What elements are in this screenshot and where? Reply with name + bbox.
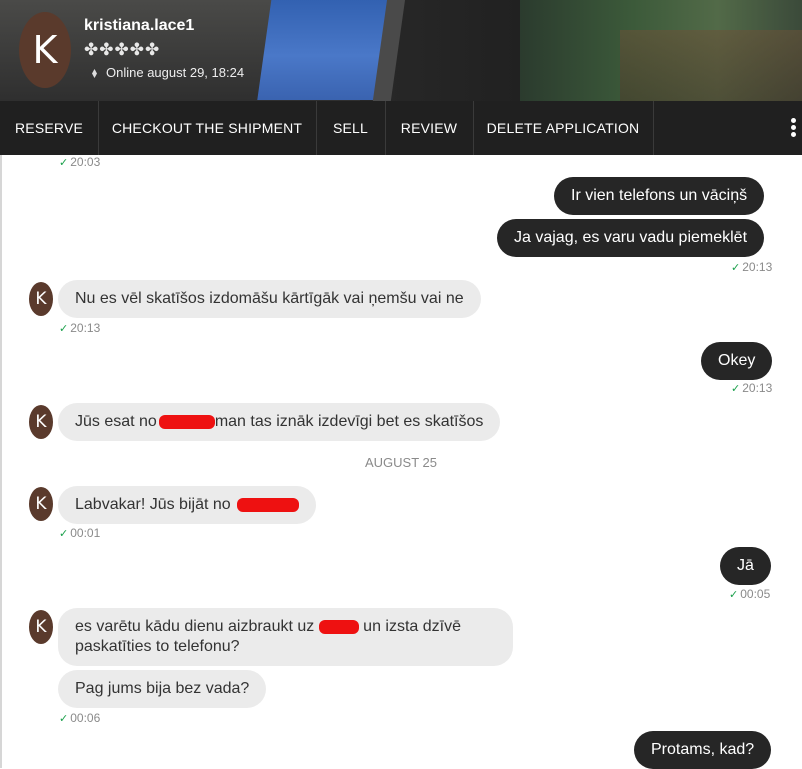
sender-avatar[interactable]: K — [29, 487, 53, 521]
message-time: ✓ 00:01 — [59, 526, 101, 540]
outgoing-message[interactable]: Ja vajag, es varu vadu piemeklēt — [497, 219, 765, 257]
username[interactable]: kristiana.lace1 — [84, 17, 194, 35]
status-diamond-icon — [92, 69, 97, 78]
message-time: ✓ 20:13 — [731, 381, 773, 395]
incoming-message[interactable]: Pag jums bija bez vada? — [58, 670, 267, 708]
action-toolbar: RESERVE CHECKOUT THE SHIPMENT SELL REVIE… — [0, 101, 802, 155]
message-text: es varētu kādu dienu aizbraukt uz — [75, 618, 315, 635]
read-check-icon: ✓ — [731, 262, 741, 274]
message-text: man tas iznāk izdevīgi bet es skatīšos — [214, 413, 484, 430]
read-check-icon: ✓ — [59, 157, 69, 169]
online-status: Online august 29, 18:24 — [92, 65, 244, 80]
sender-avatar[interactable]: K — [29, 610, 53, 644]
message-time: ✓ 00:06 — [59, 711, 101, 725]
message-time: ✓ 20:13 — [731, 260, 773, 274]
incoming-message[interactable]: Labvakar! Jūs bijāt no — [58, 486, 316, 524]
read-check-icon: ✓ — [731, 383, 741, 395]
outgoing-message[interactable]: Jā — [720, 547, 771, 585]
date-separator: AUGUST 25 — [364, 455, 437, 470]
tab-sell[interactable]: SELL — [316, 101, 386, 155]
message-text-block: es varētu kādu dienu aizbraukt uz un izs… — [75, 617, 496, 657]
user-avatar[interactable]: K — [19, 12, 71, 88]
sender-avatar[interactable]: K — [29, 282, 53, 316]
read-check-icon: ✓ — [729, 589, 739, 601]
profile-header: K kristiana.lace1 ✤✤✤✤✤ Online august 29… — [0, 0, 802, 101]
incoming-message[interactable]: Jūs esat no man tas iznāk izdevīgi bet es… — [58, 403, 501, 441]
rating-stars: ✤✤✤✤✤ — [84, 40, 161, 60]
redaction-mark — [318, 619, 359, 634]
read-check-icon: ✓ — [59, 323, 69, 335]
tab-checkout-shipment[interactable]: CHECKOUT THE SHIPMENT — [98, 101, 317, 155]
incoming-message[interactable]: Nu es vēl skatīšos izdomāšu kārtīgāk vai… — [58, 280, 481, 318]
tab-review[interactable]: REVIEW — [385, 101, 474, 155]
more-options-icon[interactable] — [791, 118, 799, 138]
online-status-text: Online august 29, 18:24 — [106, 65, 245, 80]
tab-delete-application[interactable]: DELETE APPLICATION — [473, 101, 654, 155]
read-check-icon: ✓ — [59, 528, 69, 540]
message-time: ✓ 20:03 — [59, 155, 101, 169]
message-time: ✓ 00:05 — [729, 587, 771, 601]
message-time: ✓ 20:13 — [59, 321, 101, 335]
incoming-message[interactable]: es varētu kādu dienu aizbraukt uz un izs… — [58, 608, 513, 666]
outgoing-message[interactable]: Ir vien telefons un vāciņš — [554, 177, 765, 215]
sender-avatar[interactable]: K — [29, 405, 53, 439]
message-text: Labvakar! Jūs bijāt no — [75, 496, 231, 513]
tab-reserve[interactable]: RESERVE — [0, 101, 99, 155]
outgoing-message[interactable]: Okey — [701, 342, 773, 380]
redaction-mark — [236, 498, 299, 512]
redaction-mark — [158, 415, 215, 429]
outgoing-message[interactable]: Protams, kad? — [634, 731, 772, 769]
read-check-icon: ✓ — [59, 713, 69, 725]
message-text: Jūs esat no — [75, 413, 157, 430]
